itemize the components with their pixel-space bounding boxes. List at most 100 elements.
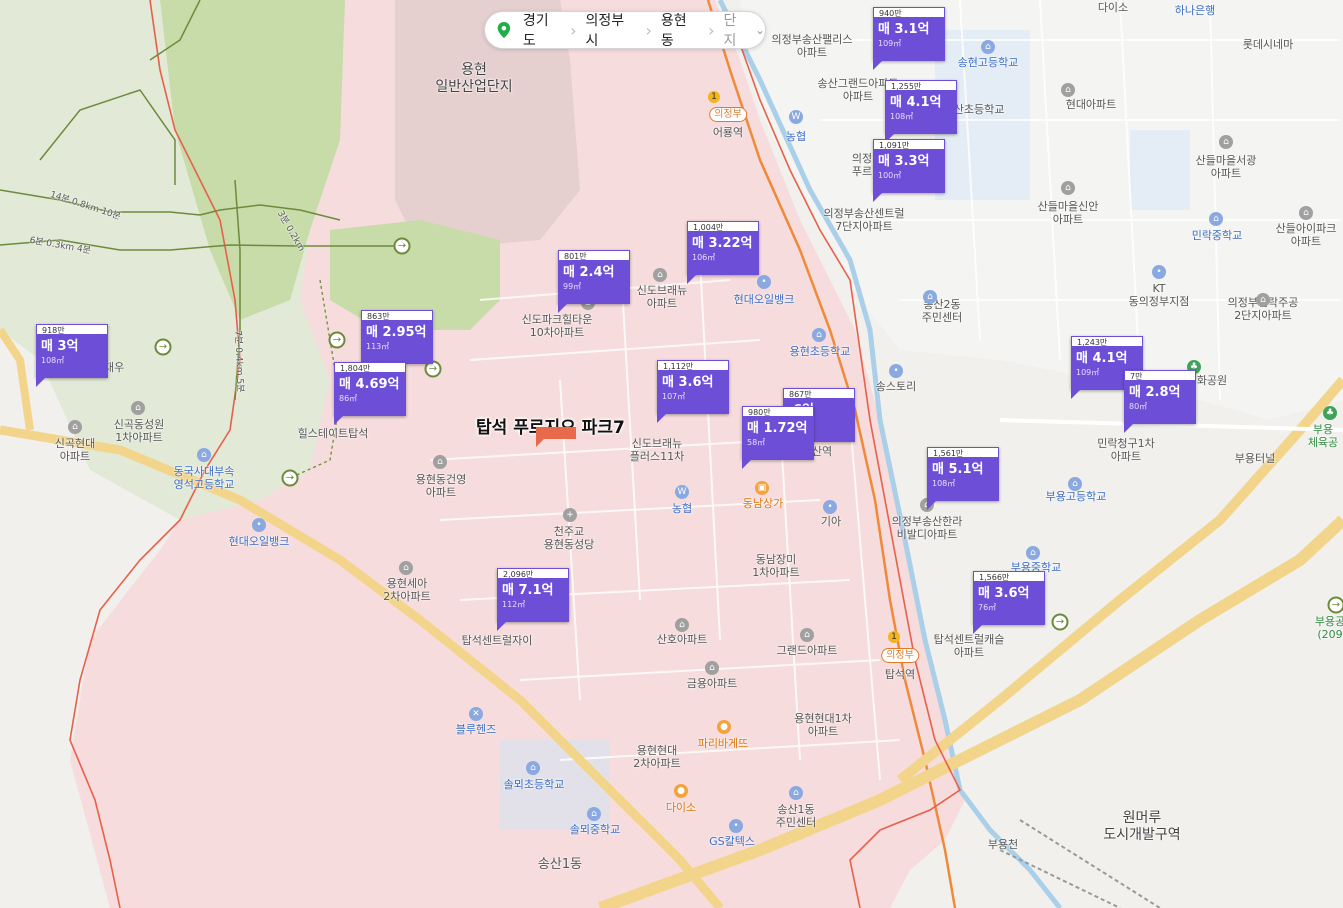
- school-icon[interactable]: ⌂: [587, 807, 601, 821]
- sports-park-icon[interactable]: ♣: [1323, 406, 1337, 420]
- region-breadcrumb: 경기도 › 의정부시 › 용현동 › 단지 ⌄: [484, 11, 766, 49]
- listing-area: 108㎡: [41, 356, 65, 365]
- listing-price-marker[interactable]: 863만 매 2.95억 113㎡: [361, 310, 433, 373]
- listing-price: 매 2.8억: [1129, 385, 1181, 400]
- gas-station-icon[interactable]: •: [252, 518, 266, 532]
- listing-area: 100㎡: [878, 171, 902, 180]
- trail-arrow-icon[interactable]: →: [328, 331, 346, 349]
- tool-shop-icon[interactable]: ✕: [469, 707, 483, 721]
- listing-price-marker[interactable]: 1,255만 매 4.1억 108㎡: [885, 80, 957, 143]
- apartment-icon[interactable]: ⌂: [1061, 181, 1075, 195]
- apartment-icon[interactable]: ⌂: [1219, 135, 1233, 149]
- price-per-area: 863만: [361, 310, 433, 321]
- bank-icon[interactable]: W: [789, 110, 803, 124]
- gas-station-icon[interactable]: •: [729, 819, 743, 833]
- listing-area: 99㎡: [563, 282, 582, 291]
- school-icon[interactable]: ⌂: [812, 328, 826, 342]
- listing-price-marker[interactable]: 1,091만 매 3.3억 100㎡: [873, 139, 945, 202]
- listing-price-marker[interactable]: 1,804만 매 4.69억 86㎡: [334, 362, 406, 425]
- trail-arrow-icon[interactable]: →: [154, 338, 172, 356]
- listing-price-marker[interactable]: 801만 매 2.4억 99㎡: [558, 250, 630, 313]
- shopping-icon[interactable]: ▣: [755, 481, 769, 495]
- chevron-down-icon[interactable]: ⌄: [755, 23, 765, 37]
- school-icon[interactable]: ⌂: [1209, 212, 1223, 226]
- map-place-label: 농협: [785, 130, 807, 143]
- breadcrumb-city[interactable]: 의정부시: [576, 10, 645, 50]
- apartment-icon[interactable]: ⌂: [653, 268, 667, 282]
- bakery-icon[interactable]: ●: [717, 720, 731, 734]
- gas-station-icon[interactable]: •: [757, 275, 771, 289]
- price-per-area: 1,566만: [973, 571, 1045, 582]
- bank-icon[interactable]: W: [675, 485, 689, 499]
- marker-tail: [742, 460, 751, 469]
- map-place-label: 하나은행: [1174, 4, 1216, 17]
- complex-dropdown[interactable]: 단지: [714, 10, 748, 50]
- marker-tail: [657, 414, 666, 423]
- community-center-icon[interactable]: ⌂: [789, 786, 803, 800]
- trail-distance-label: 7분 0.4km 5분: [232, 330, 245, 393]
- listing-price-marker[interactable]: 940만 매 3.1억 109㎡: [873, 7, 945, 70]
- listing-price: 매 2.4억: [563, 265, 615, 280]
- apartment-icon[interactable]: ⌂: [131, 401, 145, 415]
- community-center-icon[interactable]: ⌂: [923, 290, 937, 304]
- listing-price-marker[interactable]: 980만 매 1.72억 58㎡: [742, 406, 814, 469]
- map-place-label: 현대아파트: [1065, 98, 1117, 111]
- church-icon[interactable]: +: [563, 508, 577, 522]
- map-canvas[interactable]: 용현 일반산업단지 의정부송산팰리스 아파트 송산그랜드아파트 아파트 송산초등학교 의…: [0, 0, 1343, 908]
- school-icon[interactable]: ⌂: [197, 448, 211, 462]
- school-icon[interactable]: ⌂: [1026, 546, 1040, 560]
- map-place-label: 신도파크힐타운 10차아파트: [521, 313, 593, 339]
- map-place-label: 부용천: [987, 838, 1019, 851]
- location-pin-icon: [497, 22, 511, 38]
- marker-tail: [973, 625, 982, 634]
- apartment-icon[interactable]: ⌂: [68, 420, 82, 434]
- apartment-icon[interactable]: ⌂: [675, 618, 689, 632]
- apartment-icon[interactable]: ⌂: [1256, 293, 1270, 307]
- store-icon[interactable]: ●: [674, 784, 688, 798]
- school-icon[interactable]: ⌂: [526, 761, 540, 775]
- trail-arrow-icon[interactable]: →: [393, 237, 411, 255]
- listing-price-marker[interactable]: 2,096만 매 7.1억 112㎡: [497, 568, 569, 631]
- marker-tail: [36, 378, 45, 387]
- school-icon[interactable]: ⌂: [981, 40, 995, 54]
- listing-price-marker[interactable]: 1,004만 매 3.22억 106㎡: [687, 221, 759, 284]
- listing-area: 112㎡: [502, 600, 526, 609]
- apartment-icon[interactable]: ⌂: [399, 561, 413, 575]
- listing-price: 매 1.72억: [747, 421, 808, 436]
- map-place-label: 용현 일반산업단지: [435, 62, 513, 95]
- listing-price-marker[interactable]: 918만 매 3억 108㎡: [36, 324, 108, 387]
- trail-arrow-icon[interactable]: →: [281, 469, 299, 487]
- listing-price: 매 4.69억: [339, 377, 400, 392]
- marker-tail: [873, 193, 882, 202]
- map-place-label: 민락청구1차 아파트: [1097, 437, 1155, 463]
- listing-area: 80㎡: [1129, 402, 1148, 411]
- marker-tail: [927, 501, 936, 510]
- trail-arrow-icon[interactable]: →: [1327, 596, 1343, 614]
- map-place-label: 용현현대 2차아파트: [633, 744, 681, 770]
- listing-price-marker[interactable]: 1,561만 매 5.1억 108㎡: [927, 447, 999, 510]
- listing-price-marker[interactable]: 1,112만 매 3.6억 107㎡: [657, 360, 729, 423]
- map-place-label: 신곡동성원 1차아파트: [113, 418, 165, 444]
- trail-arrow-icon[interactable]: →: [1051, 613, 1069, 631]
- car-dealer-icon[interactable]: •: [823, 500, 837, 514]
- breadcrumb-dong[interactable]: 용현동: [652, 10, 708, 50]
- apartment-icon[interactable]: ⌂: [705, 661, 719, 675]
- map-place-label: 송스토리: [875, 380, 917, 393]
- school-icon[interactable]: ⌂: [1068, 477, 1082, 491]
- apartment-icon[interactable]: ⌂: [800, 628, 814, 642]
- listing-price-marker[interactable]: 1,566만 매 3.6억 76㎡: [973, 571, 1045, 634]
- shop-icon[interactable]: •: [889, 364, 903, 378]
- apartment-icon[interactable]: ⌂: [1061, 83, 1075, 97]
- map-place-label: 동국사대부속 영석고등학교: [173, 465, 235, 491]
- listing-price-marker[interactable]: 7만 매 2.8억 80㎡: [1124, 370, 1196, 433]
- selected-complex-flag-icon[interactable]: [536, 425, 576, 447]
- price-per-area: 867만: [783, 388, 855, 399]
- map-place-label: 용현동건영 아파트: [415, 473, 467, 499]
- apartment-icon[interactable]: ⌂: [433, 455, 447, 469]
- map-place-label: 산들마을서광 아파트: [1195, 154, 1257, 180]
- breadcrumb-province[interactable]: 경기도: [514, 10, 570, 50]
- telecom-icon[interactable]: •: [1152, 265, 1166, 279]
- map-place-label: 현대오일뱅크: [228, 535, 290, 548]
- listing-price: 매 5.1억: [932, 462, 984, 477]
- apartment-icon[interactable]: ⌂: [1299, 206, 1313, 220]
